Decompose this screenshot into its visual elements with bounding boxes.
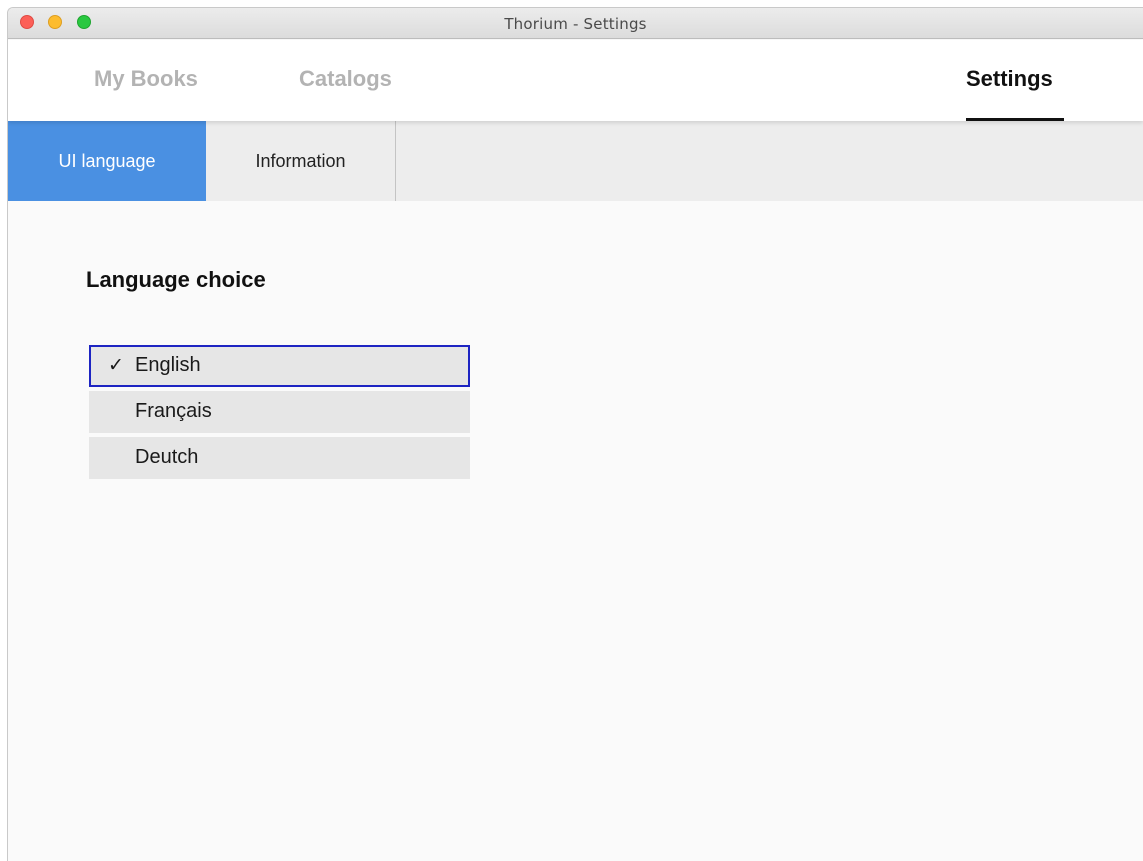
nav-settings[interactable]: Settings xyxy=(966,66,1053,92)
active-nav-indicator xyxy=(966,118,1064,121)
language-option-label: Français xyxy=(135,400,212,422)
check-icon: ✓ xyxy=(108,355,124,376)
tab-information[interactable]: Information xyxy=(206,121,396,201)
language-option-francais[interactable]: Français xyxy=(89,391,470,433)
window-title: Thorium - Settings xyxy=(504,15,647,33)
tab-ui-language-label: UI language xyxy=(58,150,156,171)
language-option-label: Deutch xyxy=(135,446,199,468)
language-option-label: English xyxy=(135,354,201,376)
tab-information-label: Information xyxy=(255,150,346,171)
language-option-english[interactable]: ✓ English xyxy=(89,345,470,387)
language-choice-heading: Language choice xyxy=(86,267,266,292)
tab-ui-language[interactable]: UI language xyxy=(8,121,206,201)
nav-catalogs[interactable]: Catalogs xyxy=(299,66,392,92)
top-navigation: My Books Catalogs Settings xyxy=(8,40,1143,121)
settings-tabs: UI language Information xyxy=(8,121,1143,201)
title-bar[interactable]: Thorium - Settings xyxy=(8,8,1143,39)
nav-my-books[interactable]: My Books xyxy=(94,66,198,92)
language-list: ✓ English Français Deutch xyxy=(89,345,470,483)
language-option-deutch[interactable]: Deutch xyxy=(89,437,470,479)
